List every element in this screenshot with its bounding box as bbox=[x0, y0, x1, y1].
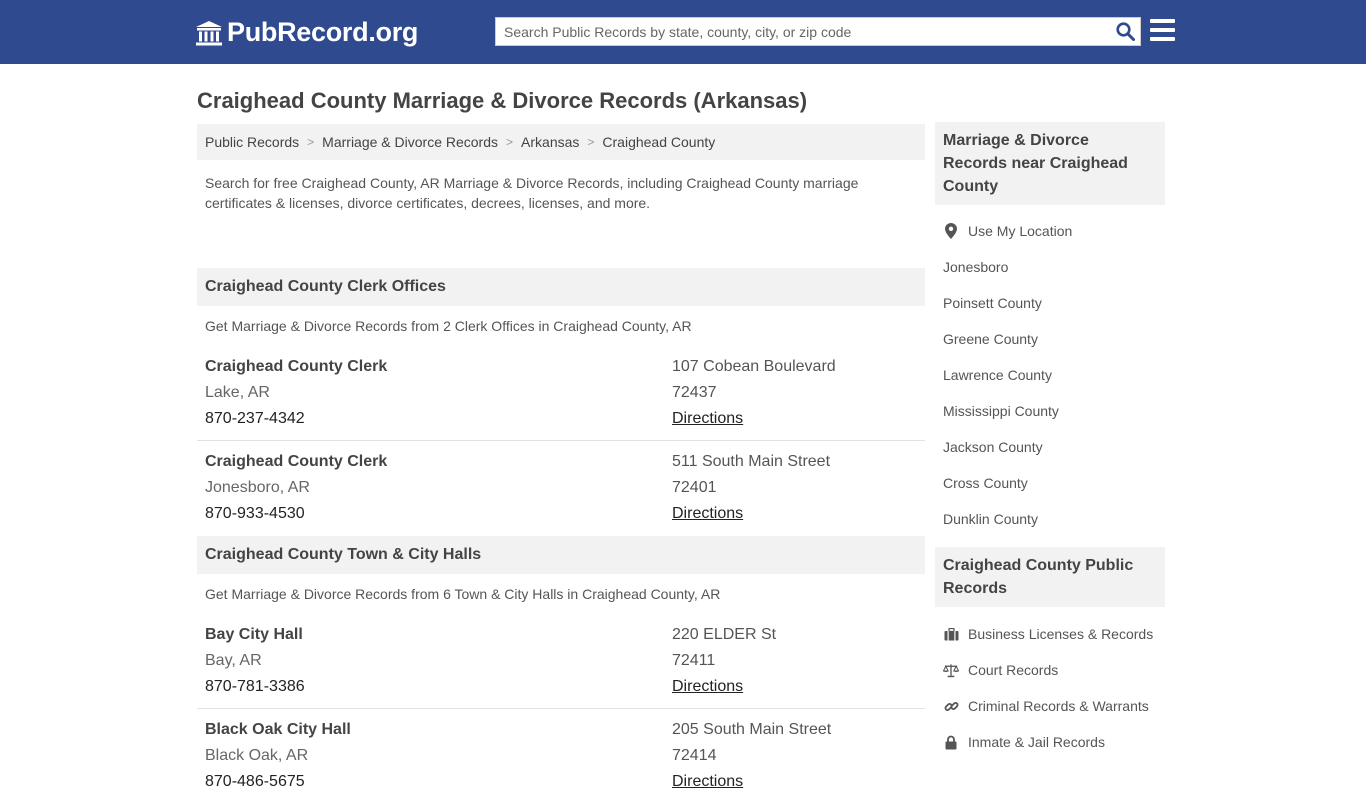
page-title: Craighead County Marriage & Divorce Reco… bbox=[197, 88, 808, 113]
breadcrumb-marriage-divorce[interactable]: Marriage & Divorce Records bbox=[322, 134, 498, 150]
main-content: Public Records > Marriage & Divorce Reco… bbox=[197, 124, 925, 804]
breadcrumb: Public Records > Marriage & Divorce Reco… bbox=[197, 124, 925, 160]
directions-link[interactable]: Directions bbox=[672, 410, 743, 427]
directions-link[interactable]: Directions bbox=[672, 678, 743, 695]
office-phone[interactable]: 870-486-5675 bbox=[205, 769, 351, 795]
search-icon bbox=[1115, 22, 1135, 41]
office-listing: Bay City Hall Bay, AR 870-781-3386 220 E… bbox=[197, 614, 925, 709]
scales-icon bbox=[943, 663, 959, 678]
site-logo[interactable]: PubRecord.org bbox=[195, 17, 418, 48]
breadcrumb-separator: > bbox=[506, 135, 514, 149]
nearby-item-cross[interactable]: Cross County bbox=[935, 465, 1165, 501]
office-listing: Black Oak City Hall Black Oak, AR 870-48… bbox=[197, 709, 925, 804]
section-subtitle: Get Marriage & Divorce Records from 6 To… bbox=[205, 586, 721, 602]
lock-icon bbox=[943, 735, 959, 750]
link-icon bbox=[943, 699, 959, 714]
nearby-item-poinsett[interactable]: Poinsett County bbox=[935, 285, 1165, 321]
directions-link[interactable]: Directions bbox=[672, 773, 743, 790]
section-title-clerk-offices: Craighead County Clerk Offices bbox=[197, 268, 925, 306]
public-records-inmate-label: Inmate & Jail Records bbox=[968, 734, 1105, 750]
use-my-location-label: Use My Location bbox=[968, 223, 1073, 239]
section-subtitle: Get Marriage & Divorce Records from 2 Cl… bbox=[205, 318, 692, 334]
public-records-criminal-label: Criminal Records & Warrants bbox=[968, 698, 1149, 714]
use-my-location-link[interactable]: Use My Location bbox=[935, 213, 1165, 249]
breadcrumb-craighead-county[interactable]: Craighead County bbox=[602, 134, 715, 150]
breadcrumb-public-records[interactable]: Public Records bbox=[205, 134, 299, 150]
map-marker-icon bbox=[943, 223, 959, 239]
office-name: Craighead County Clerk bbox=[205, 453, 388, 470]
nearby-item-dunklin[interactable]: Dunklin County bbox=[935, 501, 1165, 537]
directions-link[interactable]: Directions bbox=[672, 505, 743, 522]
search-button[interactable] bbox=[1110, 18, 1140, 45]
office-zip: 72401 bbox=[672, 479, 717, 496]
office-name: Bay City Hall bbox=[205, 626, 303, 643]
hamburger-menu-icon[interactable] bbox=[1150, 19, 1175, 41]
logo-text: PubRecord.org bbox=[227, 17, 419, 47]
office-phone[interactable]: 870-237-4342 bbox=[205, 406, 387, 432]
breadcrumb-separator: > bbox=[307, 135, 315, 149]
office-address: 511 South Main Street bbox=[672, 453, 831, 470]
office-listing: Craighead County Clerk Jonesboro, AR 870… bbox=[197, 441, 925, 536]
breadcrumb-separator: > bbox=[587, 135, 595, 149]
office-zip: 72437 bbox=[672, 384, 717, 401]
public-records-court-link[interactable]: Court Records bbox=[935, 652, 1165, 688]
office-name: Craighead County Clerk bbox=[205, 358, 388, 375]
office-name: Black Oak City Hall bbox=[205, 721, 351, 738]
search-bar bbox=[495, 17, 1141, 46]
office-zip: 72414 bbox=[672, 747, 717, 764]
public-records-inmate-link[interactable]: Inmate & Jail Records bbox=[935, 724, 1165, 760]
courthouse-icon bbox=[196, 20, 222, 45]
office-address: 220 ELDER St bbox=[672, 626, 777, 643]
nearby-item-lawrence[interactable]: Lawrence County bbox=[935, 357, 1165, 393]
public-records-court-label: Court Records bbox=[968, 662, 1059, 678]
office-address: 107 Cobean Boulevard bbox=[672, 358, 836, 375]
nearby-item-jonesboro[interactable]: Jonesboro bbox=[935, 249, 1165, 285]
nearby-item-mississippi[interactable]: Mississippi County bbox=[935, 393, 1165, 429]
sidebar-nearby-title: Marriage & Divorce Records near Craighea… bbox=[935, 122, 1165, 205]
top-navbar: PubRecord.org bbox=[0, 0, 1366, 64]
office-city: Black Oak, AR bbox=[205, 747, 309, 764]
public-records-business-link[interactable]: Business Licenses & Records bbox=[935, 616, 1165, 652]
intro-text: Search for free Craighead County, AR Mar… bbox=[205, 175, 859, 211]
office-phone[interactable]: 870-933-4530 bbox=[205, 501, 387, 527]
public-records-criminal-link[interactable]: Criminal Records & Warrants bbox=[935, 688, 1165, 724]
office-address: 205 South Main Street bbox=[672, 721, 832, 738]
nearby-list: Use My Location Jonesboro Poinsett Count… bbox=[935, 205, 1165, 547]
sidebar: Marriage & Divorce Records near Craighea… bbox=[935, 122, 1165, 760]
office-city: Jonesboro, AR bbox=[205, 479, 310, 496]
section-title-city-halls: Craighead County Town & City Halls bbox=[197, 536, 925, 574]
briefcase-icon bbox=[943, 627, 959, 641]
nearby-item-jackson[interactable]: Jackson County bbox=[935, 429, 1165, 465]
search-input[interactable] bbox=[496, 18, 1110, 45]
office-listing: Craighead County Clerk Lake, AR 870-237-… bbox=[197, 346, 925, 441]
office-city: Bay, AR bbox=[205, 652, 262, 669]
public-records-list: Business Licenses & Records Court Record… bbox=[935, 607, 1165, 760]
sidebar-public-records-title: Craighead County Public Records bbox=[935, 547, 1165, 607]
public-records-business-label: Business Licenses & Records bbox=[968, 626, 1154, 642]
breadcrumb-arkansas[interactable]: Arkansas bbox=[521, 134, 579, 150]
office-city: Lake, AR bbox=[205, 384, 270, 401]
nearby-item-greene[interactable]: Greene County bbox=[935, 321, 1165, 357]
office-phone[interactable]: 870-781-3386 bbox=[205, 674, 305, 700]
office-zip: 72411 bbox=[672, 652, 716, 669]
